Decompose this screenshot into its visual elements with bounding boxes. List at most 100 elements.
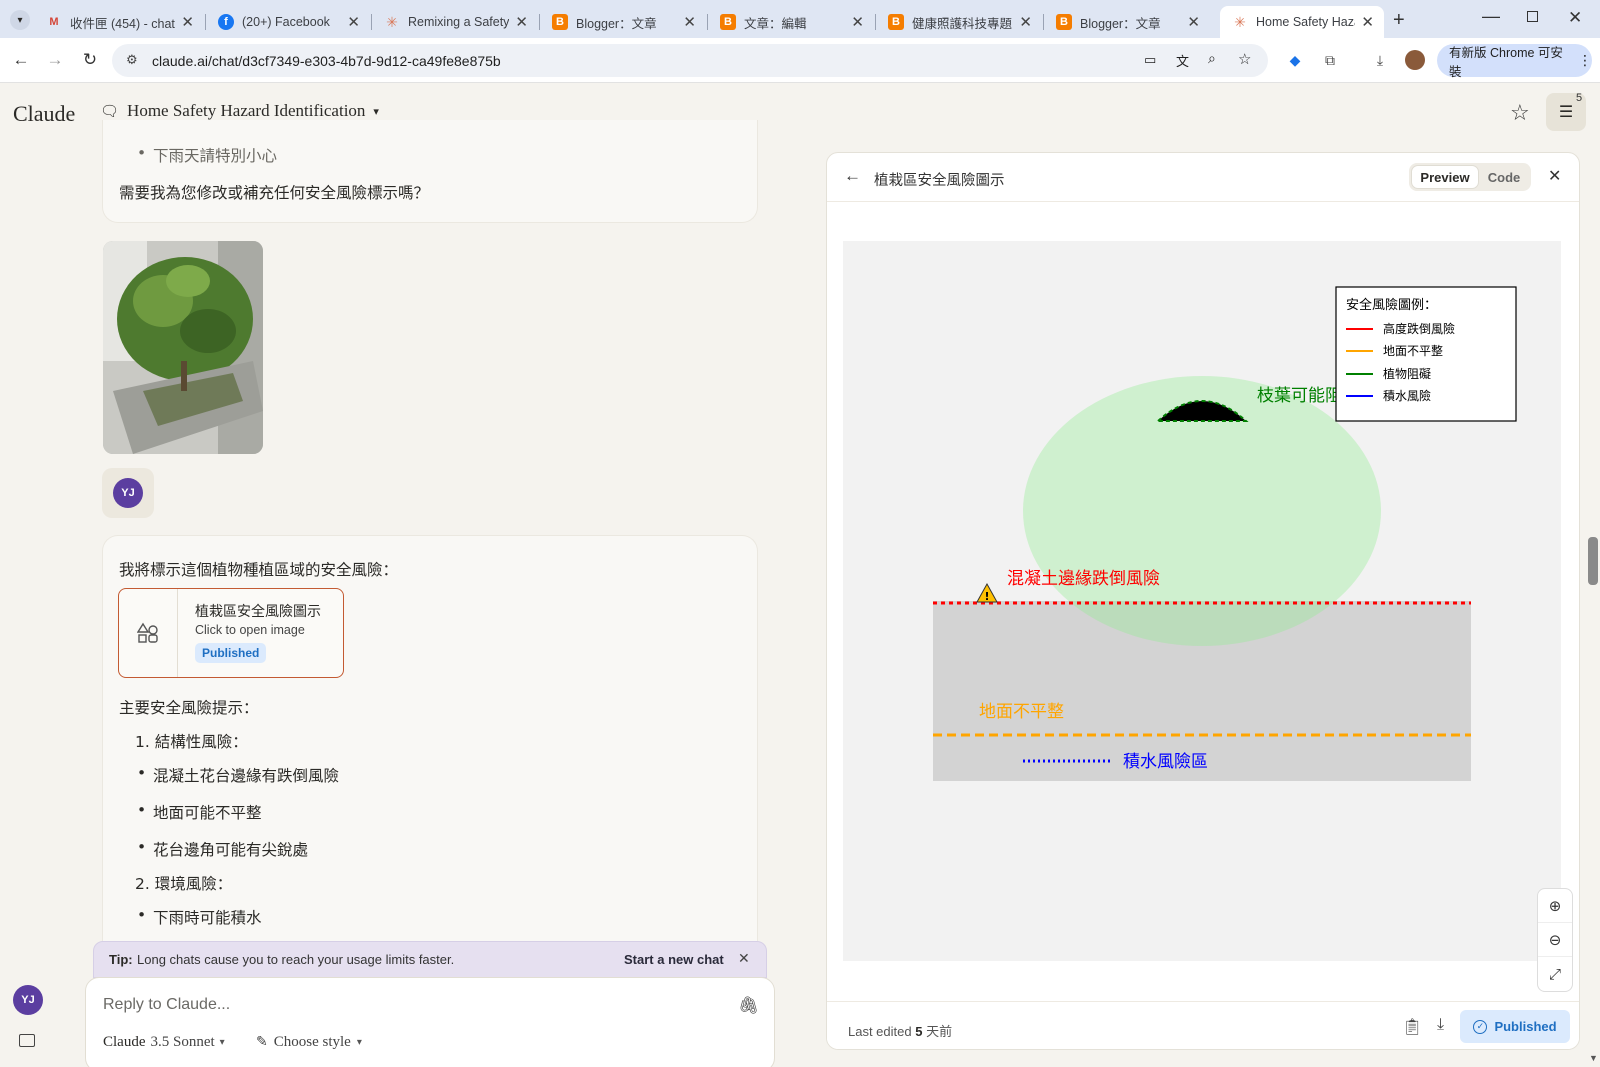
style-selector[interactable]: ✎ Choose style ▾ (256, 1034, 362, 1051)
water-risk-label: 積水風險區 (1123, 752, 1208, 772)
zoom-controls: ⊕ ⊖ ⤢ (1537, 888, 1573, 992)
tip-label: Tip: (109, 952, 133, 967)
legend-item: 植物阻礙 (1383, 366, 1431, 381)
browser-tab-blogger-posts-2[interactable]: B Blogger：文章 ✕ (1044, 6, 1210, 38)
last-edited-number: 5 (915, 1024, 923, 1039)
legend-item: 積水風險 (1383, 388, 1431, 403)
quill-icon: ✎ (256, 1035, 268, 1050)
uploaded-photo[interactable] (103, 241, 263, 454)
sidebar-toggle-icon[interactable] (19, 1034, 35, 1047)
blogger-icon: B (552, 14, 568, 30)
tab-code[interactable]: Code (1479, 170, 1529, 185)
browser-tab-health-tech[interactable]: B 健康照護科技專題 ✕ (876, 6, 1042, 38)
tab-search-button[interactable]: ▾ (10, 10, 30, 30)
browser-tab-blogger-posts[interactable]: B Blogger：文章 ✕ (540, 6, 706, 38)
plant-obstruction-label: 枝葉可能阻 (1257, 386, 1342, 406)
close-tab-icon[interactable]: ✕ (1019, 13, 1032, 31)
translate-icon[interactable]: 文 (1176, 51, 1189, 70)
numbered-item: 1. 結構性風險： (135, 733, 248, 751)
tab-title: Remixing a Safety (408, 15, 510, 29)
chat-title: Home Safety Hazard Identification (127, 101, 366, 120)
browser-tab-gmail[interactable]: M 收件匣 (454) - chat ✕ (34, 6, 204, 38)
legend-item: 高度跌倒風險 (1383, 321, 1455, 336)
more-menu-icon[interactable]: ⋮ (1578, 52, 1592, 69)
new-tab-icon[interactable]: + (1393, 9, 1405, 32)
claude-icon: ✳ (1234, 13, 1246, 30)
model-selector[interactable]: Claude 3.5 Sonnet ▾ (103, 1034, 225, 1051)
restore-window-icon[interactable] (1527, 11, 1538, 22)
numbered-item-text: 結構性風險： (154, 733, 248, 751)
tip-text: Long chats cause you to reach your usage… (137, 952, 455, 967)
tab-title: Home Safety Haza (1256, 15, 1356, 29)
downloads-icon[interactable]: ⤓ (1370, 50, 1390, 70)
download-icon[interactable]: ⤓ (1437, 1016, 1444, 1034)
paperclip-icon[interactable]: 🖇 (738, 996, 760, 1016)
close-tab-icon[interactable]: ✕ (1187, 13, 1200, 31)
browser-tab-home-safety[interactable]: ✳ Home Safety Haza ✕ (1220, 6, 1384, 38)
browser-tab-remixing[interactable]: ✳ Remixing a Safety ✕ (372, 6, 538, 38)
zoom-out-icon[interactable]: ⊖ (1538, 923, 1572, 957)
tab-title: Blogger：文章 (576, 16, 657, 31)
claude-icon: ✳ (386, 13, 398, 30)
minimize-window-icon[interactable]: — (1482, 6, 1500, 27)
scroll-down-arrow-icon[interactable]: ▼ (1589, 1053, 1598, 1063)
claude-logo[interactable]: Claude (13, 101, 75, 127)
close-window-icon[interactable]: ✕ (1568, 8, 1582, 28)
blogger-icon: B (1056, 14, 1072, 30)
browser-tab-blogger-edit[interactable]: B 文章：編輯 ✕ (708, 6, 874, 38)
last-edited-prefix: Last edited (848, 1024, 912, 1039)
browser-tab-facebook[interactable]: f (20+) Facebook ✕ (206, 6, 370, 38)
artifact-card-title: 植栽區安全風險圖示 (195, 604, 321, 620)
reload-icon[interactable]: ↻ (78, 48, 102, 72)
artifact-footer: Last edited 5 天前 📋︎ ⤓ ✓ Published (827, 1001, 1579, 1049)
copy-clipboard-icon[interactable]: 📋︎ (1402, 1017, 1422, 1037)
update-label: 有新版 Chrome 可安裝 (1449, 45, 1563, 79)
fullscreen-icon[interactable]: ⤢ (1538, 957, 1572, 991)
star-chat-icon[interactable]: ☆ (1510, 100, 1530, 126)
chat-title-button[interactable]: 🗨 Home Safety Hazard Identification ▾ (100, 101, 379, 121)
list-item: 地面可能不平整 (137, 801, 261, 823)
close-tab-icon[interactable]: ✕ (683, 13, 696, 31)
extension-icon[interactable]: ◆ (1285, 50, 1305, 70)
user-avatar-container: YJ (102, 468, 154, 518)
reply-input[interactable]: Reply to Claude... (103, 996, 703, 1014)
close-tab-icon[interactable]: ✕ (851, 13, 864, 31)
bookmark-star-icon[interactable]: ☆ (1238, 50, 1251, 68)
back-arrow-icon[interactable]: ← (9, 48, 33, 72)
legend-item: 地面不平整 (1383, 343, 1443, 358)
tab-preview[interactable]: Preview (1411, 165, 1479, 189)
extensions-puzzle-icon[interactable]: ⧉ (1320, 50, 1340, 70)
last-edited-suffix: 天前 (926, 1025, 953, 1040)
safety-diagram: ! 混凝土邊緣跌倒風險 地面不平整 積水風險區 枝葉可能阻 安全風險圖例： 高度… (933, 286, 1517, 781)
url-text: claude.ai/chat/d3cf7349-e303-4b7d-9d12-c… (152, 52, 501, 69)
close-tab-icon[interactable]: ✕ (181, 13, 194, 31)
list-item: 下雨天請特別小心 (137, 144, 277, 166)
assistant-message-previous: 下雨天請特別小心 需要我為您修改或補充任何安全風險標示嗎？ (102, 120, 758, 223)
page-scrollbar[interactable] (1588, 537, 1598, 585)
forward-arrow-icon[interactable]: → (43, 48, 67, 72)
chevron-down-icon: ▾ (373, 105, 379, 118)
install-app-icon[interactable]: ▭ (1144, 52, 1156, 68)
blogger-icon: B (888, 14, 904, 30)
profile-avatar[interactable] (1405, 50, 1425, 70)
site-settings-icon[interactable]: ⚙ (126, 52, 138, 68)
user-avatar: YJ (113, 478, 143, 508)
usage-tip-bar: Tip: Long chats cause you to reach your … (93, 941, 767, 978)
sidebar-user-avatar[interactable]: YJ (13, 985, 43, 1015)
view-toggle: Preview Code (1409, 163, 1531, 191)
published-button[interactable]: ✓ Published (1460, 1010, 1570, 1043)
chrome-update-button[interactable]: 有新版 Chrome 可安裝 ⋮ (1437, 44, 1592, 79)
start-new-chat-link[interactable]: Start a new chat (624, 952, 724, 967)
tab-title: 文章：編輯 (744, 16, 807, 31)
address-bar[interactable]: ⚙ claude.ai/chat/d3cf7349-e303-4b7d-9d12… (112, 44, 1268, 77)
close-tab-icon[interactable]: ✕ (347, 13, 360, 31)
artifact-card[interactable]: 植栽區安全風險圖示 Click to open image Published (118, 588, 344, 678)
zoom-in-icon[interactable]: ⊕ (1538, 889, 1572, 923)
close-tab-icon[interactable]: ✕ (1361, 13, 1374, 31)
back-arrow-icon[interactable]: ← (844, 166, 861, 186)
close-panel-icon[interactable]: ✕ (1548, 166, 1561, 186)
shapes-icon (119, 589, 178, 677)
close-tab-icon[interactable]: ✕ (515, 13, 528, 31)
close-tip-icon[interactable]: ✕ (738, 950, 750, 967)
zoom-icon[interactable]: ⌕ (1208, 50, 1216, 67)
